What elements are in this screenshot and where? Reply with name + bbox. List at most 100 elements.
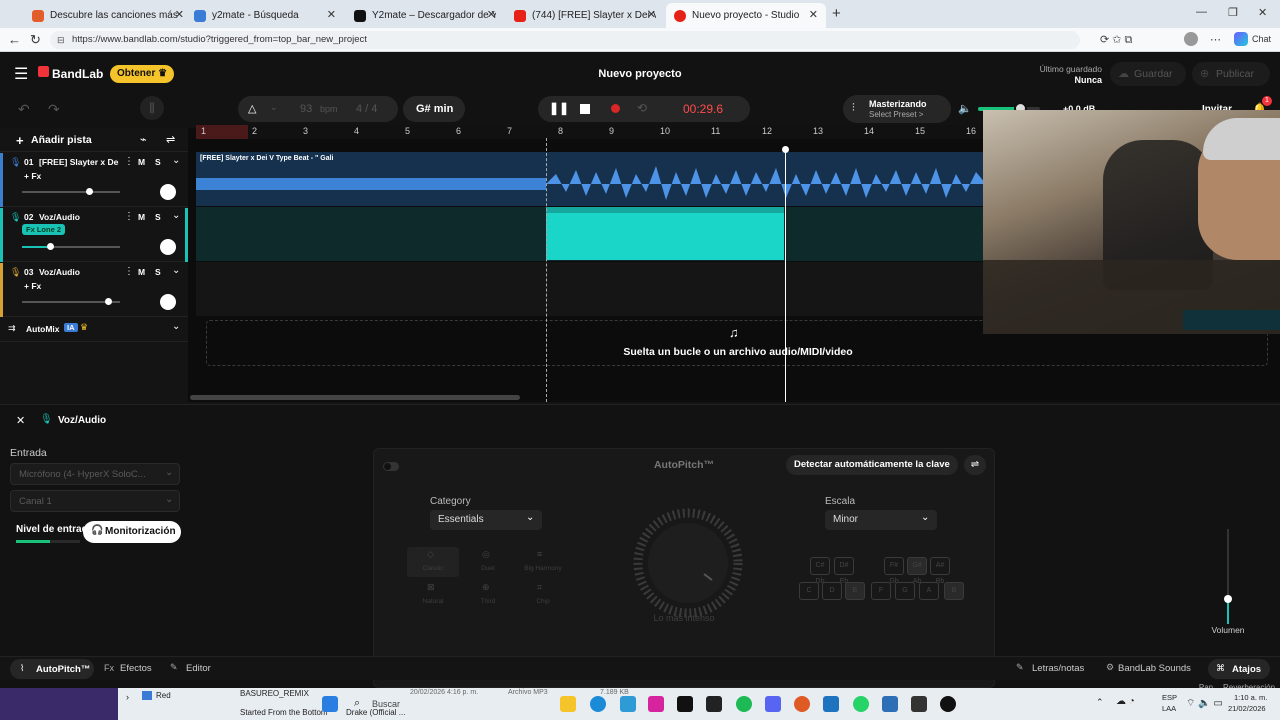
minimize-icon[interactable]: — [1196,6,1207,18]
close-icon[interactable]: ✕ [175,8,184,21]
whatsapp-icon[interactable] [853,696,869,712]
pan-knob[interactable] [160,184,176,200]
spotify-icon[interactable] [736,696,752,712]
loop-start-marker[interactable] [546,138,547,402]
key-natural[interactable]: B [944,582,964,600]
shield-icon[interactable] [823,696,839,712]
pan-knob[interactable] [160,239,176,255]
track-lane-3[interactable] [196,262,986,316]
track-volume-slider[interactable] [22,243,120,250]
bpm-value[interactable]: 93 [300,103,312,115]
track-volume-slider[interactable] [22,298,120,305]
mute-button[interactable]: M [138,212,145,222]
intensity-knob[interactable] [632,507,744,619]
fx-preset-badge[interactable]: Fx Lone 2 [22,224,66,235]
bandlab-sounds-button[interactable]: BandLab Sounds [1118,663,1191,674]
close-icon[interactable]: ✕ [16,414,25,427]
timeline-ruler[interactable]: 1 2 3 4 5 6 7 8 9 10 11 12 13 14 15 16 [196,125,986,139]
autopitch-toggle[interactable] [383,462,399,471]
pan-knob[interactable] [160,294,176,310]
tray-icons[interactable]: ☁ ◔ [1116,696,1135,707]
input-device-select[interactable]: Micrófono (4- HyperX SoloC... ⌄ [10,463,180,485]
tiktok-icon[interactable] [677,696,693,712]
more-icon[interactable]: ⋯ [1210,33,1221,46]
new-tab-icon[interactable]: + [832,5,841,22]
chevron-right-icon[interactable]: › [126,692,129,702]
record-icon[interactable] [611,104,620,113]
monitoring-button[interactable]: 🎧 Monitorización [83,521,181,543]
track-volume-fader[interactable] [1224,529,1232,624]
more-icon[interactable]: ⋮ [124,266,134,277]
add-track-button[interactable]: Añadir pista [31,134,92,146]
solo-button[interactable]: S [155,267,161,277]
tab-autopitch[interactable]: ⌇ AutoPitch™ [10,659,94,679]
windows-start-icon[interactable] [322,696,338,712]
browser-tab[interactable]: y2mate - Búsqueda ✕ [186,3,344,28]
tab-effects[interactable]: Efectos [120,663,152,674]
tab-editor[interactable]: Editor [186,663,211,674]
shortcuts-button[interactable]: ⌘ Atajos [1208,659,1270,679]
app-icon[interactable] [620,696,636,712]
key-natural[interactable]: D [822,582,842,600]
key-natural[interactable]: F [871,582,891,600]
mute-button[interactable]: M [138,267,145,277]
track-header-1[interactable]: 🎙 01 [FREE] Slayter x Dei... ⋮ M S ⌄ + F… [0,153,188,207]
undo-icon[interactable]: ↶ [18,101,30,118]
playhead-handle[interactable] [782,146,789,153]
key-sharp[interactable]: A# Bb [930,557,950,585]
browser-tab[interactable]: Y2mate – Descargador de YouTub ✕ [346,3,504,28]
taskbar-search[interactable]: Buscar [372,699,400,709]
clock-date[interactable]: 21/02/2026 [1228,704,1266,713]
language-indicator[interactable]: ESP [1162,693,1177,702]
chevron-down-icon[interactable]: ⌄ [172,265,180,276]
solo-button[interactable]: S [155,212,161,222]
scale-select[interactable]: Minor ⌄ [825,510,937,530]
reload-icon[interactable]: ↻ [30,32,41,48]
key-natural[interactable]: E [845,582,865,600]
close-icon[interactable]: ✕ [809,8,818,21]
loop-icon[interactable]: ⟲ [637,101,647,115]
track-name[interactable]: [FREE] Slayter x Dei... [39,157,119,167]
add-fx-button[interactable]: + Fx [24,281,41,291]
more-icon[interactable]: ⋮ [124,211,134,222]
profile-avatar[interactable] [1184,32,1198,46]
search-icon[interactable]: ⌕ [354,697,360,710]
chevron-down-icon[interactable]: ⌄ [172,155,180,166]
track-header-3[interactable]: 🎙 03 Voz/Audio ⋮ M S ⌄ + Fx [0,263,188,317]
chevron-down-icon[interactable]: ⌄ [270,102,278,113]
chevron-down-icon[interactable]: ⌄ [172,210,180,221]
audio-clip-beat[interactable]: [FREE] Slayter x Dei V Type Beat - " Gal… [196,152,986,206]
save-button[interactable]: ☁ Guardar [1110,62,1186,86]
speaker-icon[interactable]: 🔈 [958,102,972,115]
mixer-icon[interactable]: ⫼ [140,96,164,120]
key-natural[interactable]: G [895,582,915,600]
preset-third[interactable]: ⊕ Third [462,580,514,610]
copilot-icon[interactable] [1234,32,1248,46]
extensions-icon[interactable]: ⟳ ✩ ⧉ [1100,33,1132,47]
chat-label[interactable]: Chat [1252,34,1271,44]
key-sharp[interactable]: C# Db [810,557,830,585]
tray-chevron-icon[interactable]: ⌃ [1096,697,1104,708]
get-button[interactable]: Obtener ♛ [110,65,174,83]
app-icon[interactable] [882,696,898,712]
track-name[interactable]: Voz/Audio [39,212,80,222]
fader-knob[interactable] [1224,595,1232,603]
solo-button[interactable]: S [155,157,161,167]
preset-natural[interactable]: ⊠ Natural [407,580,459,610]
mute-button[interactable]: M [138,157,145,167]
preset-big-harmony[interactable]: ≡ Big Harmony [517,547,569,577]
slider-knob[interactable] [105,298,112,305]
key-natural[interactable]: A [919,582,939,600]
maximize-icon[interactable]: ❐ [1228,6,1238,19]
app-icon[interactable] [911,696,927,712]
preset-duet[interactable]: ◎ Duet [462,547,514,577]
tempo-control[interactable]: △ ⌄ 93 bpm 4 / 4 [238,96,398,122]
channel-select[interactable]: Canal 1 ⌄ [10,490,180,512]
file-explorer-icon[interactable] [560,696,576,712]
category-select[interactable]: Essentials ⌄ [430,510,542,530]
media-player-icon[interactable] [940,696,956,712]
key-sharp[interactable]: F# Gb [884,557,904,585]
key-sharp[interactable]: D# Eb [834,557,854,585]
project-title[interactable]: Nuevo proyecto [560,68,720,80]
add-fx-button[interactable]: + Fx [24,171,41,181]
